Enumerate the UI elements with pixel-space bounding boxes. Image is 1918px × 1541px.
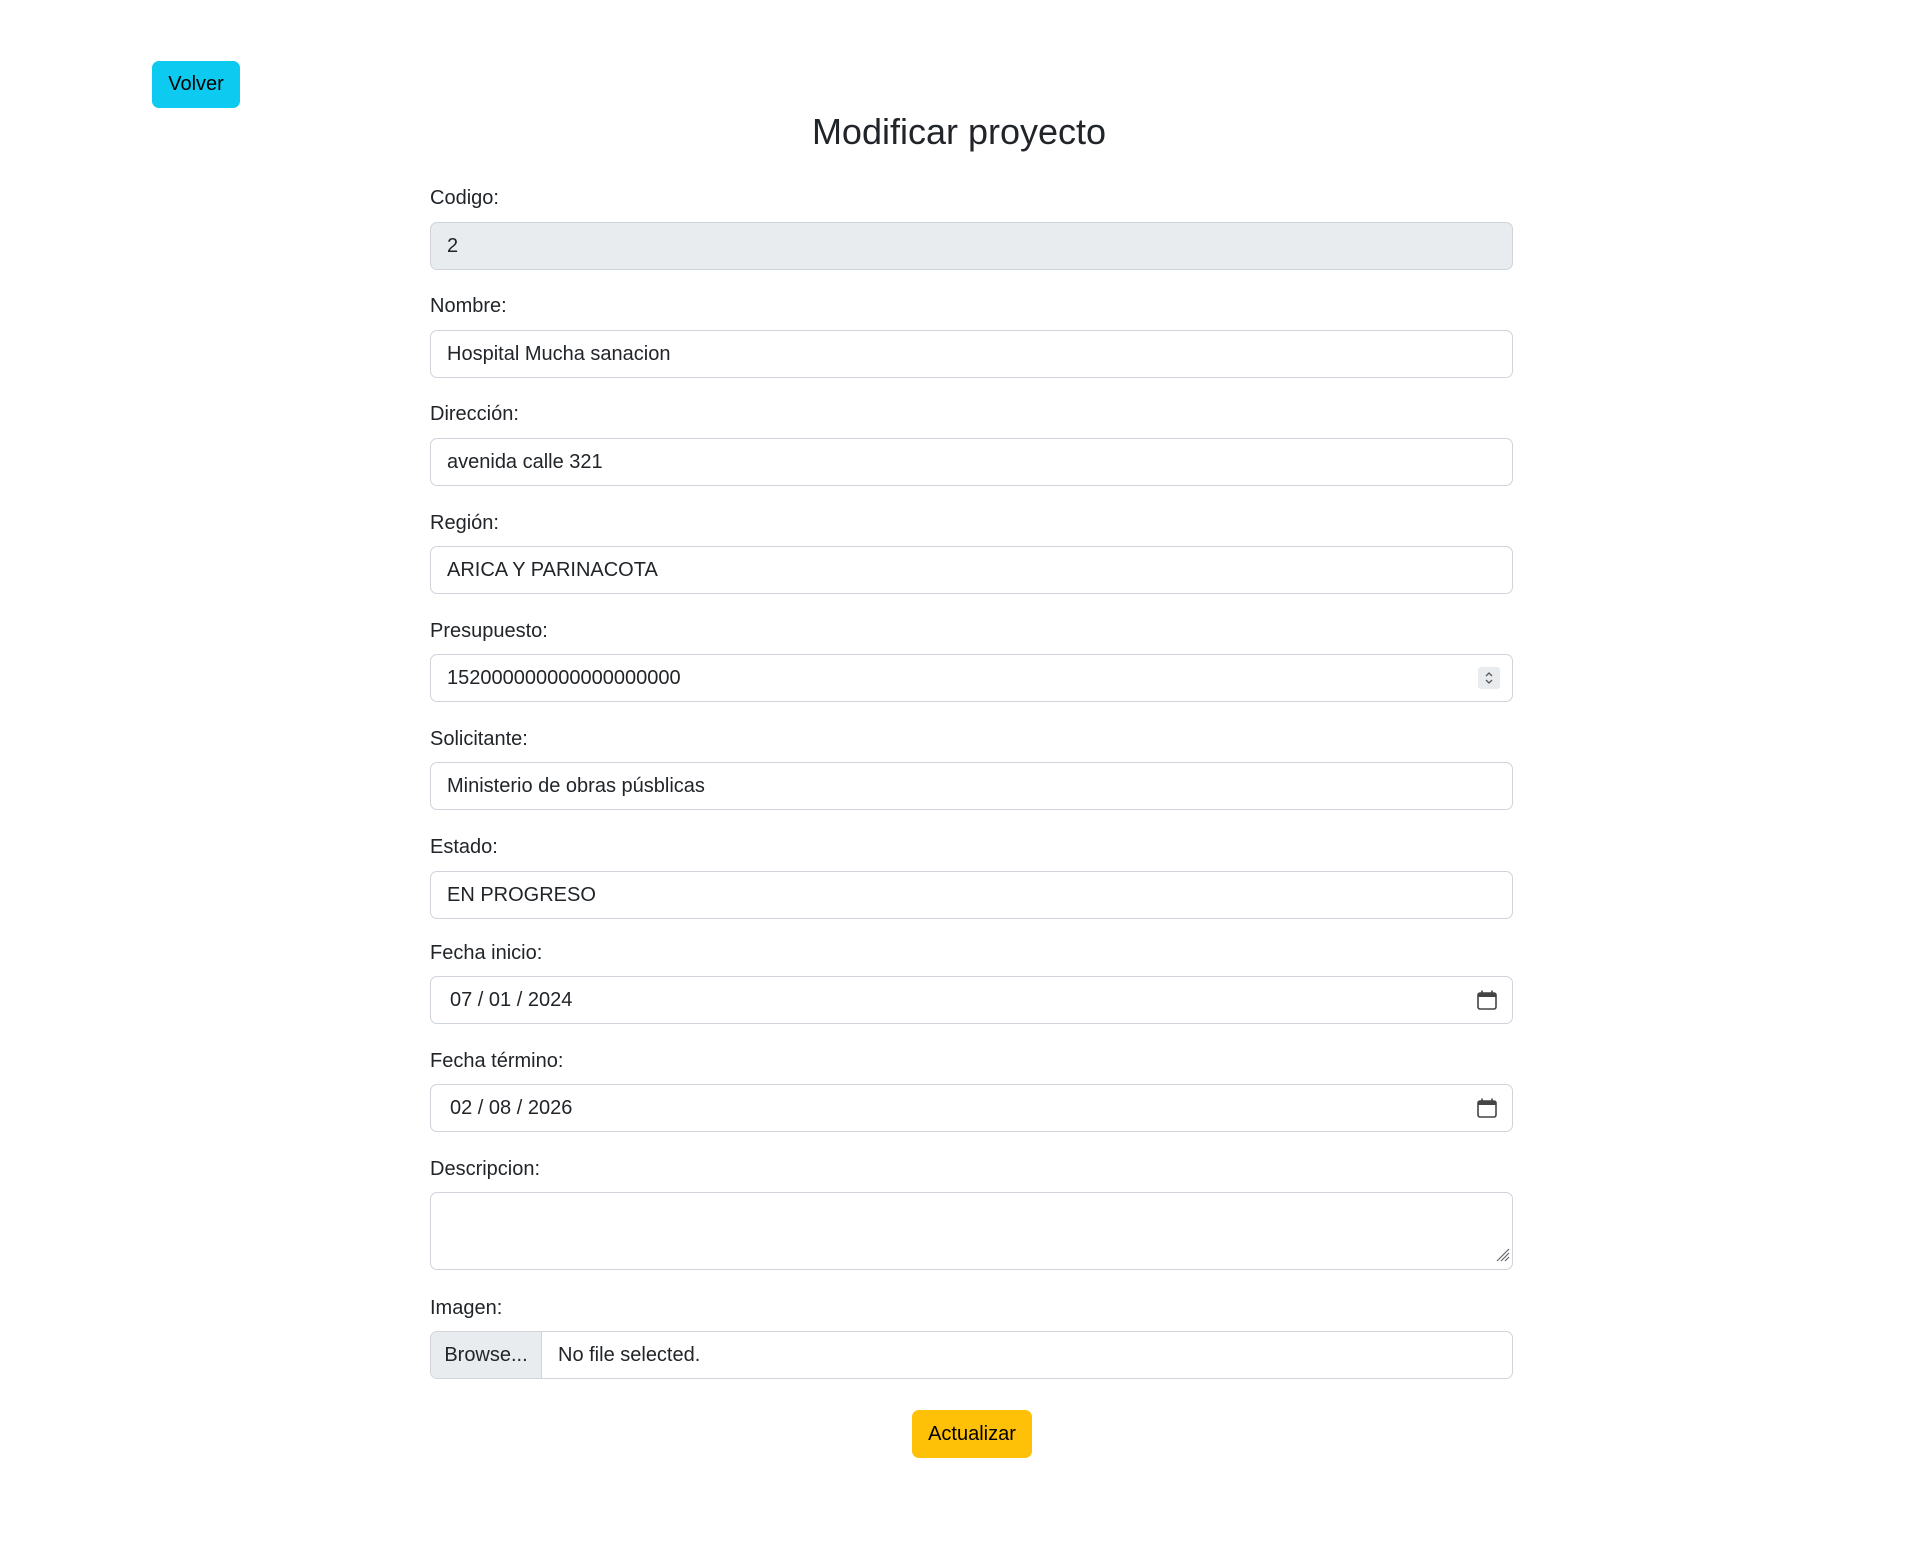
update-button[interactable]: Actualizar	[912, 1410, 1032, 1458]
calendar-icon[interactable]	[1476, 1097, 1498, 1119]
browse-button[interactable]: Browse...	[431, 1332, 542, 1378]
solicitante-field[interactable]: Ministerio de obras púsblicas	[430, 762, 1513, 810]
page-title: Modificar proyecto	[811, 111, 1107, 152]
region-label: Región:	[430, 512, 499, 534]
direccion-field[interactable]: avenida calle 321	[430, 438, 1513, 486]
imagen-label: Imagen:	[430, 1297, 503, 1319]
codigo-value: 2	[447, 234, 459, 257]
nombre-value: Hospital Mucha sanacion	[447, 342, 671, 365]
nombre-field[interactable]: Hospital Mucha sanacion	[430, 330, 1513, 378]
spinner-icon[interactable]	[1478, 667, 1500, 689]
nombre-label: Nombre:	[430, 295, 507, 317]
descripcion-textarea[interactable]	[430, 1192, 1513, 1270]
page: Volver Modificar proyecto Codigo: 2 Nomb…	[0, 0, 1918, 1541]
resize-handle-icon[interactable]	[1494, 1246, 1510, 1267]
presupuesto-field[interactable]: 152000000000000000000	[430, 654, 1513, 702]
region-value: ARICA Y PARINACOTA	[447, 558, 658, 581]
fecha-termino-value: 02 / 08 / 2026	[450, 1096, 573, 1119]
direccion-value: avenida calle 321	[447, 450, 603, 473]
fecha-inicio-label: Fecha inicio:	[430, 942, 543, 964]
calendar-icon[interactable]	[1476, 989, 1498, 1011]
estado-field[interactable]: EN PROGRESO	[430, 871, 1513, 919]
fecha-inicio-field[interactable]: 07 / 01 / 2024	[430, 976, 1513, 1024]
fecha-termino-field[interactable]: 02 / 08 / 2026	[430, 1084, 1513, 1132]
file-status: No file selected.	[558, 1343, 701, 1366]
imagen-file-input[interactable]: Browse... No file selected.	[430, 1331, 1513, 1379]
presupuesto-label: Presupuesto:	[430, 620, 548, 642]
fecha-termino-label: Fecha término:	[430, 1050, 564, 1072]
solicitante-label: Solicitante:	[430, 728, 528, 750]
descripcion-label: Descripcion:	[430, 1158, 541, 1180]
codigo-label: Codigo:	[430, 187, 499, 209]
codigo-field: 2	[430, 222, 1513, 270]
estado-label: Estado:	[430, 836, 498, 858]
estado-value: EN PROGRESO	[447, 883, 596, 906]
presupuesto-value: 152000000000000000000	[447, 666, 681, 689]
back-button[interactable]: Volver	[152, 61, 240, 108]
solicitante-value: Ministerio de obras púsblicas	[447, 774, 705, 797]
fecha-inicio-value: 07 / 01 / 2024	[450, 988, 573, 1011]
direccion-label: Dirección:	[430, 403, 519, 425]
region-field[interactable]: ARICA Y PARINACOTA	[430, 546, 1513, 594]
